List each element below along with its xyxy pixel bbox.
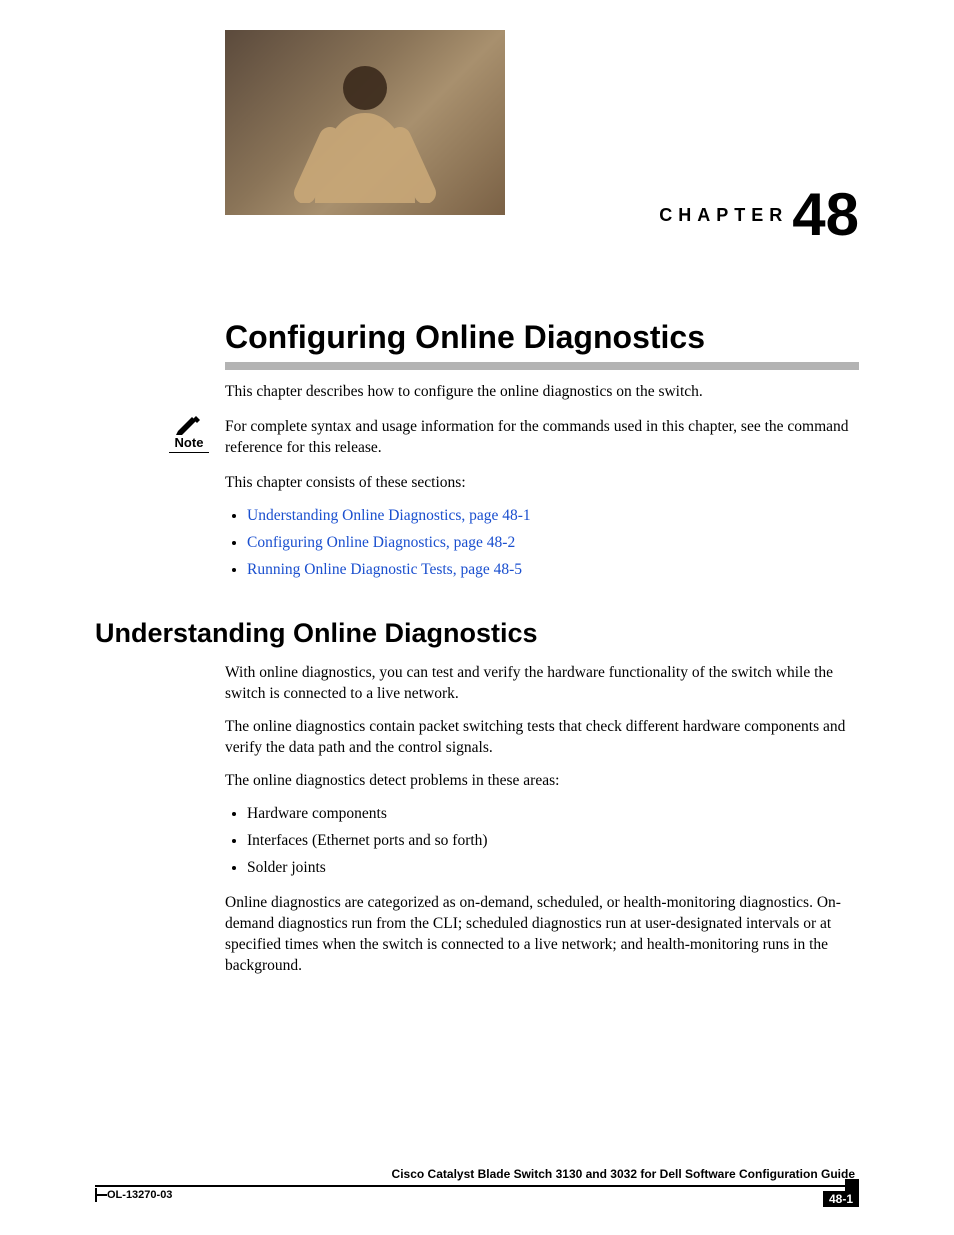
list-item: Solder joints	[247, 858, 859, 879]
note-block: Note For complete syntax and usage infor…	[165, 417, 859, 459]
chapter-photo	[225, 30, 505, 215]
footer-page-number: 48-1	[823, 1191, 859, 1207]
note-label: Note	[169, 434, 209, 454]
toc-link[interactable]: Configuring Online Diagnostics, page 48-…	[247, 534, 515, 551]
footer-doc-id: OL-13270-03	[107, 1189, 172, 1201]
chapter-number: 48	[792, 181, 859, 248]
intro-paragraph: This chapter describes how to configure …	[225, 382, 859, 403]
list-item: Interfaces (Ethernet ports and so forth)	[247, 831, 859, 852]
list-item: Hardware components	[247, 804, 859, 825]
body-paragraph: With online diagnostics, you can test an…	[225, 663, 859, 705]
pencil-icon	[176, 415, 202, 435]
toc-list: Understanding Online Diagnostics, page 4…	[225, 506, 859, 581]
body-paragraph: The online diagnostics contain packet sw…	[225, 717, 859, 759]
page-footer: Cisco Catalyst Blade Switch 3130 and 303…	[95, 1167, 859, 1205]
chapter-label: CHAPTER	[659, 205, 788, 225]
title-rule	[225, 362, 859, 370]
areas-list: Hardware components Interfaces (Ethernet…	[225, 804, 859, 879]
footer-guide-title: Cisco Catalyst Blade Switch 3130 and 303…	[95, 1167, 859, 1181]
note-text: For complete syntax and usage informatio…	[225, 418, 849, 456]
toc-link[interactable]: Running Online Diagnostic Tests, page 48…	[247, 561, 522, 578]
body-paragraph: The online diagnostics detect problems i…	[225, 771, 859, 792]
page-title: Configuring Online Diagnostics	[225, 319, 859, 356]
section-heading: Understanding Online Diagnostics	[95, 618, 859, 649]
toc-link[interactable]: Understanding Online Diagnostics, page 4…	[247, 507, 531, 524]
sections-lead: This chapter consists of these sections:	[225, 473, 859, 494]
body-paragraph: Online diagnostics are categorized as on…	[225, 893, 859, 977]
